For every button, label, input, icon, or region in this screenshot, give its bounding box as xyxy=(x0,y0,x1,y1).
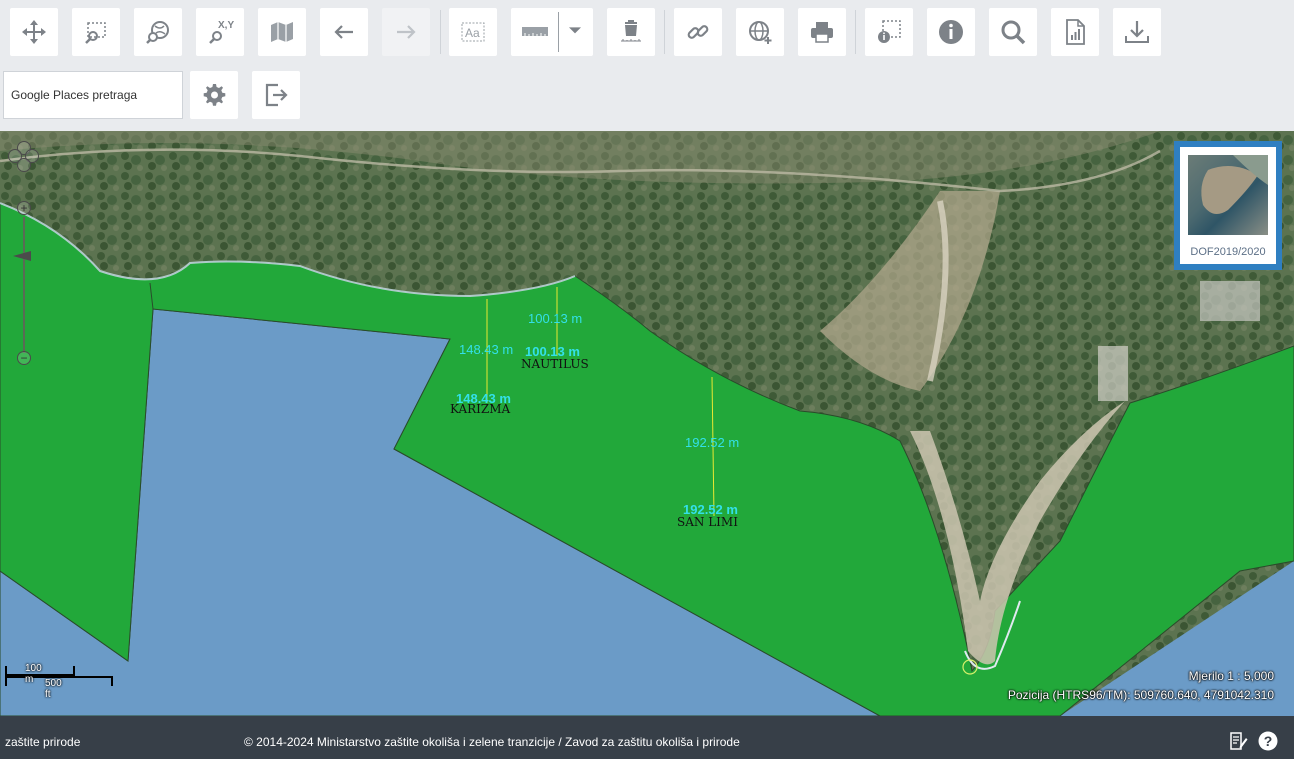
dropdown-divider xyxy=(558,12,559,52)
svg-text:?: ? xyxy=(1264,733,1273,749)
xy-search-icon: X,Y xyxy=(209,20,234,44)
measure-button[interactable] xyxy=(511,8,593,56)
places-search-input[interactable] xyxy=(3,71,183,119)
report-icon xyxy=(1066,19,1085,45)
feature-label-nautilus: NAUTILUS xyxy=(521,357,589,371)
zoom-box-button[interactable] xyxy=(72,8,120,56)
arrow-right-icon xyxy=(397,25,416,39)
search-icon xyxy=(1001,20,1026,45)
toolbar-divider xyxy=(440,10,441,54)
scale-tick xyxy=(111,676,113,686)
map-canvas[interactable]: 148.43 m 148.43 m 100.13 m 100.13 m 192.… xyxy=(0,131,1294,716)
zoom-in-icon[interactable]: + xyxy=(17,201,31,215)
globe-plus-icon xyxy=(749,21,772,44)
select-info-icon xyxy=(878,20,901,43)
feature-label-karizma: KARIZMA xyxy=(450,402,511,416)
search-button[interactable] xyxy=(989,8,1037,56)
toolbar: X,Y Aa xyxy=(0,0,1294,131)
select-info-button[interactable] xyxy=(865,8,913,56)
svg-text:X,Y: X,Y xyxy=(218,20,234,31)
scale-imperial-label: 500 ft xyxy=(45,678,62,700)
goto-xy-button[interactable]: X,Y xyxy=(196,8,244,56)
basemap-thumbnail xyxy=(1188,155,1268,235)
feature-label-san-limi: SAN LIMI xyxy=(677,515,738,529)
pan-button[interactable] xyxy=(10,8,58,56)
help-icon[interactable]: ? xyxy=(1258,731,1278,751)
map-icon xyxy=(271,22,293,42)
zoom-globe-icon xyxy=(146,21,169,44)
basemap-caption: DOF2019/2020 xyxy=(1190,246,1266,258)
zoom-slider-handle[interactable] xyxy=(12,250,32,262)
back-button[interactable] xyxy=(320,8,368,56)
logout-button[interactable] xyxy=(252,71,300,119)
scale-metric-label: 100 m xyxy=(25,663,42,685)
svg-text:Aa: Aa xyxy=(465,26,480,40)
exit-icon xyxy=(265,83,288,107)
zoom-slider-track[interactable] xyxy=(23,217,25,353)
gear-icon xyxy=(203,84,226,106)
building xyxy=(1098,346,1128,401)
text-label-button[interactable]: Aa xyxy=(449,8,497,56)
copyright-text: © 2014-2024 Ministarstvo zaštite okoliša… xyxy=(244,735,740,749)
arrow-left-icon xyxy=(334,25,353,39)
info-icon xyxy=(939,20,963,44)
link-icon xyxy=(687,25,709,39)
download-icon xyxy=(1125,21,1149,43)
map-layers xyxy=(0,131,1294,716)
toolbar-divider xyxy=(855,10,856,54)
measure-label: 100.13 m xyxy=(528,311,583,326)
add-wms-button[interactable] xyxy=(736,8,784,56)
info-button[interactable] xyxy=(927,8,975,56)
report-button[interactable] xyxy=(1051,8,1099,56)
measure-label: 192.52 m xyxy=(685,435,740,450)
ruler-icon xyxy=(522,27,548,36)
link-button[interactable] xyxy=(674,8,722,56)
forward-button[interactable] xyxy=(382,8,430,56)
footer-left-text: zaštite prirode xyxy=(5,735,81,749)
zoom-globe-button[interactable] xyxy=(134,8,182,56)
text-icon: Aa xyxy=(461,22,485,42)
toolbar-divider xyxy=(664,10,665,54)
notes-icon[interactable] xyxy=(1228,731,1248,751)
cursor-position-text: Pozicija (HTRS96/TM): 509760.640, 479104… xyxy=(1007,688,1274,702)
settings-button[interactable] xyxy=(190,71,238,119)
footer: zaštite prirode © 2014-2024 Ministarstvo… xyxy=(0,716,1294,759)
pan-down-icon[interactable] xyxy=(17,158,31,172)
download-button[interactable] xyxy=(1113,8,1161,56)
map-layers-button[interactable] xyxy=(258,8,306,56)
zoom-box-icon xyxy=(85,22,106,44)
print-button[interactable] xyxy=(798,8,846,56)
chevron-down-icon[interactable] xyxy=(563,18,587,42)
measure-label: 148.43 m xyxy=(459,342,514,357)
scale-tick xyxy=(73,666,75,675)
delete-measure-button[interactable] xyxy=(607,8,655,56)
zoom-out-icon[interactable]: − xyxy=(17,351,31,365)
move-icon xyxy=(22,20,46,44)
basemap-switcher[interactable]: DOF2019/2020 xyxy=(1174,141,1282,270)
building-complex xyxy=(1200,281,1260,321)
printer-icon xyxy=(811,22,833,43)
scale-ratio-text: Mjerilo 1 : 5,000 xyxy=(1188,669,1274,683)
trash-icon xyxy=(621,20,641,42)
